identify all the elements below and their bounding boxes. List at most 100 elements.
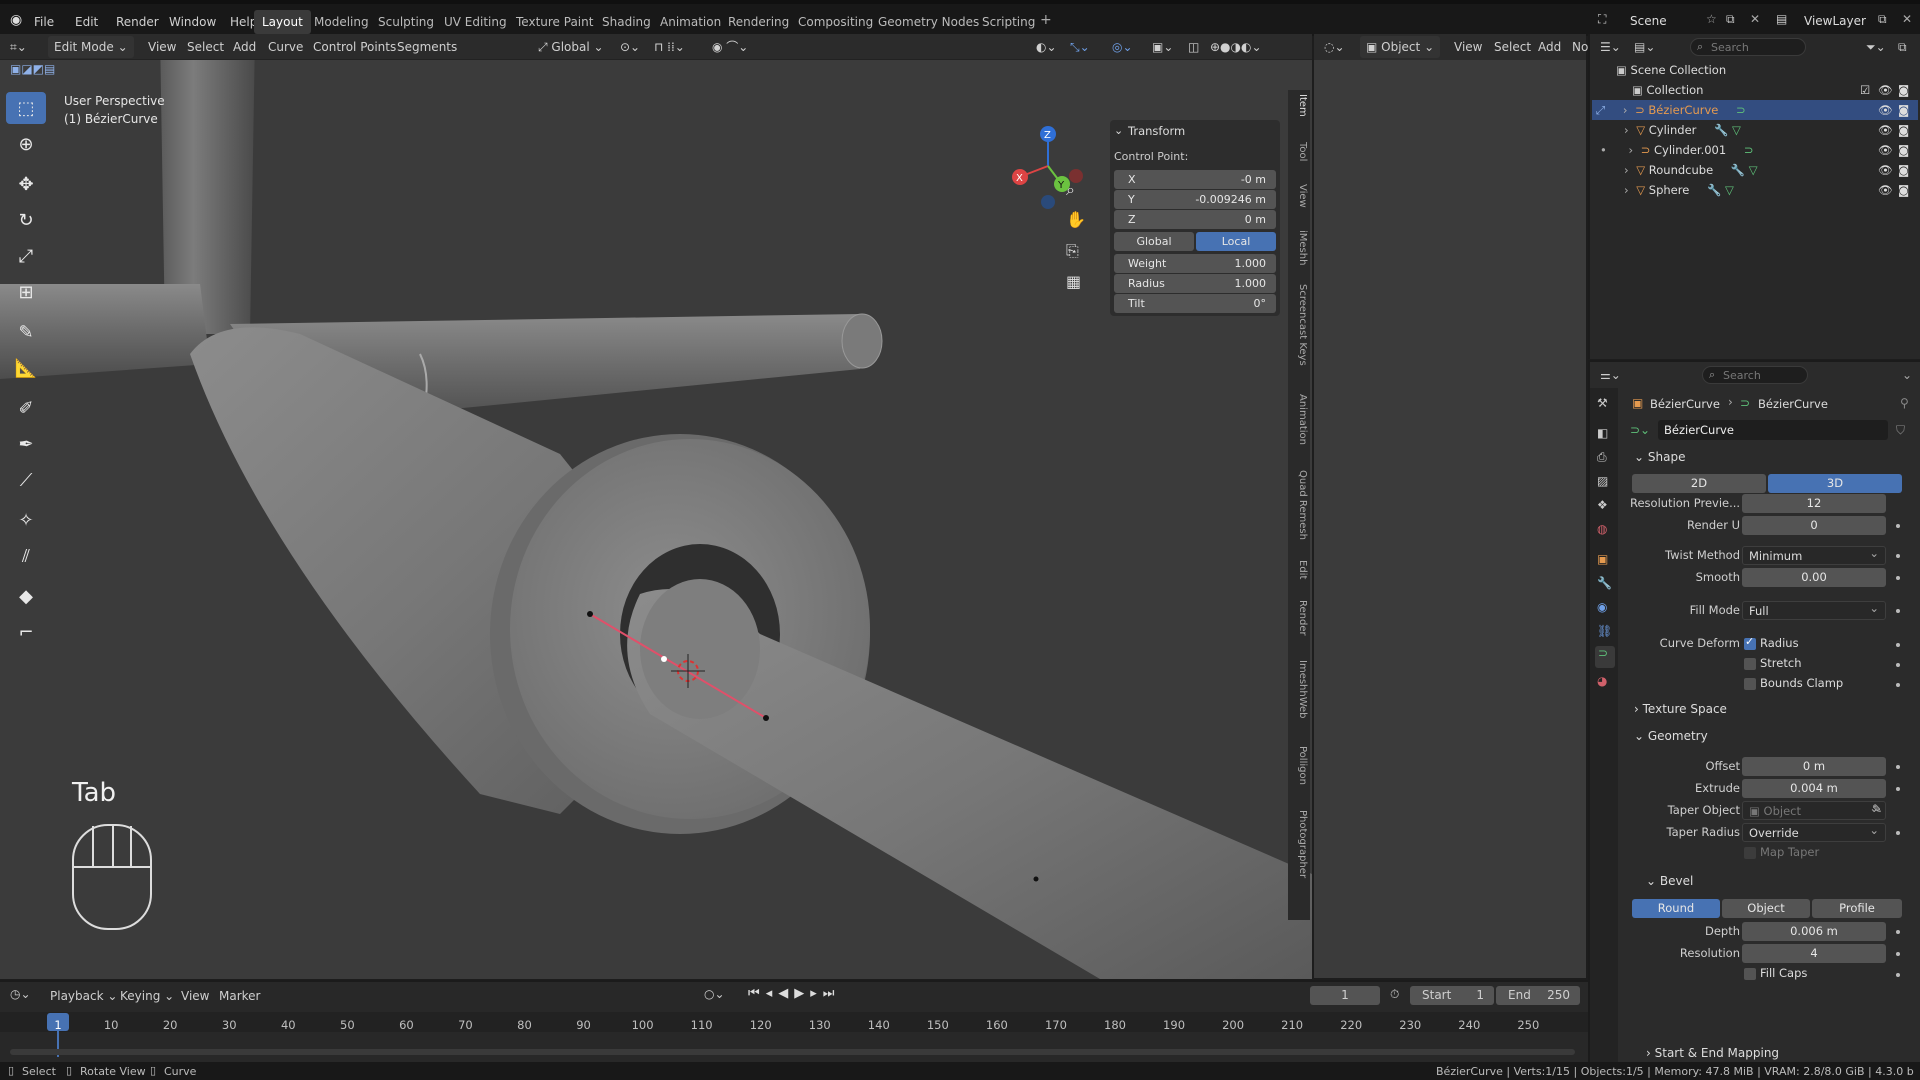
bevel-round-toggle[interactable]: Round <box>1632 899 1720 918</box>
menu-file[interactable]: File <box>34 10 54 34</box>
keyframe-dot-icon[interactable] <box>1896 609 1900 613</box>
eye-icon[interactable]: 👁 <box>1878 140 1893 160</box>
pin-icon[interactable]: ⚲ <box>1900 396 1909 410</box>
depth-field[interactable]: 0.006 m <box>1742 922 1886 941</box>
transform-tool-icon[interactable]: ⊞ <box>6 276 46 308</box>
edit-mode-icon[interactable]: ⤢ <box>1596 103 1605 117</box>
xray-icon[interactable]: ◫ <box>1188 36 1199 58</box>
outliner-collection[interactable]: ▣ Collection ☑ 👁 ◙ <box>1592 80 1918 100</box>
tilt-tool-icon[interactable]: ⫽ <box>6 540 46 572</box>
pivot-icon[interactable]: ⊙⌄ <box>620 36 640 58</box>
render-tab-icon[interactable]: ◧ <box>1597 426 1608 440</box>
navigation-gizmo[interactable]: Z X Y <box>1000 92 1100 212</box>
bevel-profile-toggle[interactable]: Profile <box>1812 899 1902 918</box>
physics-tab-icon[interactable]: ◉ <box>1597 600 1607 614</box>
y-field[interactable]: Y -0.009246 m <box>1114 190 1276 209</box>
texture-space-section-header[interactable]: › Texture Space <box>1634 702 1727 716</box>
output-tab-icon[interactable]: ⎙ <box>1597 450 1607 465</box>
new-scene-icon[interactable]: ⧉ <box>1726 12 1735 27</box>
sidebar-tab-animation[interactable]: Animation <box>1290 394 1308 445</box>
weight-field[interactable]: Weight 1.000 <box>1114 254 1276 273</box>
menu-render[interactable]: Render <box>116 10 159 34</box>
sidebar-tab-screencast-keys[interactable]: Screencast Keys <box>1290 284 1308 366</box>
secondary-menu-no[interactable]: No <box>1572 36 1588 58</box>
pen-tool-icon[interactable]: ✒ <box>6 428 46 460</box>
camera-icon[interactable]: ◙ <box>1898 120 1909 140</box>
tab-rendering[interactable]: Rendering <box>720 10 797 34</box>
eye-icon[interactable]: 👁 <box>1878 180 1893 200</box>
playback-controls-icon[interactable]: ⏮◂◀▶▸⏭ <box>748 986 840 1001</box>
bevel-resolution-field[interactable]: 4 <box>1742 944 1886 963</box>
scene-icon[interactable]: ⛶ <box>1598 12 1606 27</box>
expand-chevron-icon[interactable]: › <box>1623 103 1628 117</box>
menu-window[interactable]: Window <box>169 10 216 34</box>
dim-2d-toggle[interactable]: 2D <box>1632 474 1766 493</box>
local-toggle[interactable]: Local <box>1196 232 1276 251</box>
camera-icon[interactable]: ⎘ <box>1066 241 1079 261</box>
tab-shading[interactable]: Shading <box>594 10 659 34</box>
tab-sculpting[interactable]: Sculpting <box>370 10 442 34</box>
sidebar-tab-tool[interactable]: Tool <box>1290 142 1308 161</box>
collection-camera-icon[interactable]: ◙ <box>1898 80 1909 100</box>
extrude-field[interactable]: 0.004 m <box>1742 779 1886 798</box>
sidebar-tab-view[interactable]: View <box>1290 184 1308 208</box>
3d-viewport[interactable]: Z X Y ⌕ ✋ ⎘ ▦ User Perspective (1) Bézie… <box>0 34 1312 979</box>
taper-object-field[interactable]: ▣ Object <box>1742 799 1886 820</box>
sidebar-tab-polligon[interactable]: Polligon <box>1290 746 1308 785</box>
gizmo-toggle-icon[interactable]: ⤡⌄ <box>1070 36 1090 58</box>
new-view-layer-icon[interactable]: ⧉ <box>1878 12 1887 27</box>
mesh-edit-overlay-icon[interactable]: ▣⌄ <box>1152 36 1173 58</box>
properties-editor-icon[interactable]: ⚌⌄ <box>1600 368 1621 382</box>
measure-tool-icon[interactable]: 📐 <box>6 352 46 384</box>
outliner-item-cylinder-001[interactable]: • › ⊃ Cylinder.001 ⊃ 👁 ◙ <box>1592 140 1918 160</box>
view-layer-icon[interactable]: ▤ <box>1776 12 1787 26</box>
keyframe-dot-icon[interactable] <box>1896 663 1900 667</box>
viewport-menu-control-points[interactable]: Control Points <box>313 36 396 58</box>
viewport-menu-curve[interactable]: Curve <box>268 36 303 58</box>
keyframe-dot-icon[interactable] <box>1896 973 1900 977</box>
new-collection-icon[interactable]: ⧉ <box>1898 40 1907 55</box>
sidebar-tab-imeshhweb[interactable]: ImeshhWeb <box>1290 660 1308 719</box>
geometry-section-header[interactable]: ⌄ Geometry <box>1634 729 1708 743</box>
shear-tool-icon[interactable]: ⌐ <box>6 616 46 648</box>
viewport-menu-select[interactable]: Select <box>187 36 224 58</box>
viewport-menu-add[interactable]: Add <box>233 36 256 58</box>
add-workspace-icon[interactable]: + <box>1040 12 1052 28</box>
keyframe-dot-icon[interactable] <box>1896 576 1900 580</box>
z-field[interactable]: Z0 m <box>1114 210 1276 229</box>
select-mode-icons[interactable]: ▣◪◩▤ <box>10 62 55 76</box>
outliner-item-beziercurve[interactable]: ⤢ › ⊃ BézierCurve ⊃ 👁 ◙ <box>1592 100 1918 120</box>
fake-user-shield-icon[interactable]: ⛉ <box>1896 423 1905 438</box>
editor-type-icon[interactable]: ⌗⌄ <box>10 36 27 58</box>
viewport-menu-segments[interactable]: Segments <box>397 36 457 58</box>
keyframe-dot-icon[interactable] <box>1896 787 1900 791</box>
snap-icon[interactable]: ⊓ ⁞⁞⌄ <box>654 36 685 58</box>
secondary-menu-add[interactable]: Add <box>1538 36 1561 58</box>
expand-chevron-icon[interactable]: › <box>1624 183 1629 197</box>
material-tab-icon[interactable]: ◕ <box>1597 674 1607 688</box>
offset-field[interactable]: 0 m <box>1742 757 1886 776</box>
display-mode-icon[interactable]: ▤⌄ <box>1634 40 1655 54</box>
pin-icon[interactable]: ☆ <box>1706 12 1717 26</box>
auto-keying-icon[interactable]: ○⌄ <box>704 987 725 1001</box>
tool-tab-icon[interactable]: ⚒ <box>1597 396 1608 410</box>
render-u-field[interactable]: 0 <box>1742 516 1886 535</box>
move-tool-icon[interactable]: ✥ <box>6 168 46 200</box>
extrude-tool-icon[interactable]: ⟋ <box>6 464 46 496</box>
keyframe-dot-icon[interactable] <box>1896 554 1900 558</box>
camera-icon[interactable]: ◙ <box>1898 100 1909 120</box>
bounds-clamp-checkbox[interactable] <box>1744 678 1756 690</box>
shape-section-header[interactable]: ⌄ Shape <box>1634 450 1685 464</box>
delete-view-layer-icon[interactable]: ✕ <box>1902 12 1912 26</box>
cursor-tool-icon[interactable]: ⊕ <box>6 128 46 160</box>
datablock-type-icon[interactable]: ⊃⌄ <box>1630 423 1650 437</box>
datablock-name-field[interactable]: BézierCurve <box>1658 420 1888 440</box>
expand-chevron-icon[interactable]: › <box>1624 123 1629 137</box>
tab-animation[interactable]: Animation <box>652 10 729 34</box>
outliner-scene-collection[interactable]: ▣ Scene Collection <box>1592 60 1918 80</box>
tilt-field[interactable]: Tilt 0° <box>1114 294 1276 313</box>
timeline-editor-icon[interactable]: ◷⌄ <box>10 987 31 1001</box>
expand-chevron-icon[interactable]: › <box>1628 143 1633 157</box>
outliner-item-sphere[interactable]: › ▽ Sphere 🔧 ▽ 👁 ◙ <box>1592 180 1918 200</box>
outliner-item-cylinder[interactable]: › ▽ Cylinder 🔧 ▽ 👁 ◙ <box>1592 120 1918 140</box>
